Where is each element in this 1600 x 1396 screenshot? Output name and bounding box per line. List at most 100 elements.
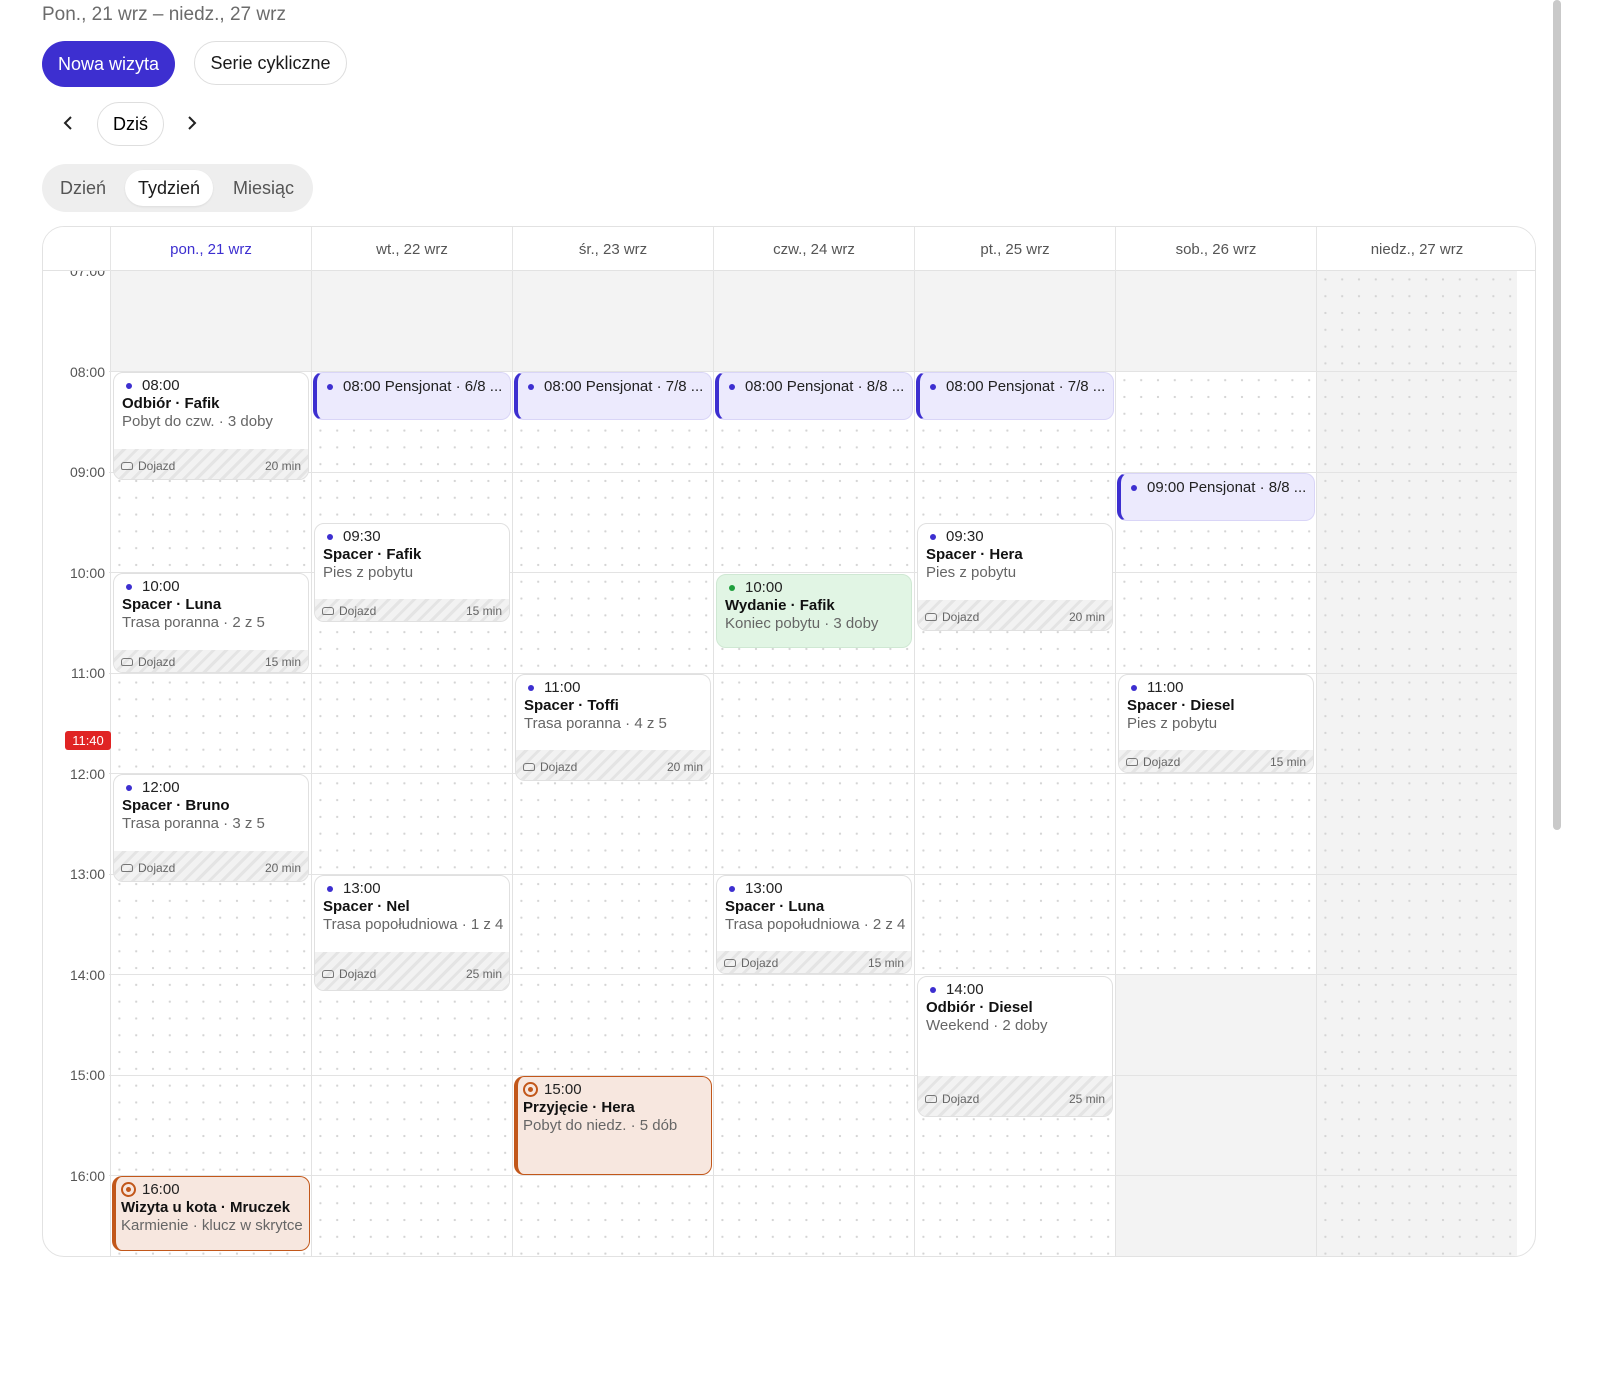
car-icon [322, 607, 334, 615]
day-header-thu[interactable]: czw., 24 wrz [713, 227, 914, 271]
car-icon [925, 613, 937, 621]
day-header-mon[interactable]: pon., 21 wrz [110, 227, 311, 271]
car-icon [121, 864, 133, 872]
next-week-button[interactable] [174, 105, 210, 141]
page-scrollbar[interactable] [1553, 0, 1561, 830]
time-grid: 07:00 08:00 09:00 10:00 11:00 12:00 13:0… [43, 263, 1535, 1256]
travel-strip: Dojazd 15 min [1119, 750, 1313, 772]
status-dot-icon [126, 784, 132, 791]
event-subtitle: Pies z pobytu [1127, 715, 1218, 732]
day-header-sat[interactable]: sob., 26 wrz [1115, 227, 1316, 271]
travel-strip: Dojazd 15 min [114, 650, 308, 672]
day-header-tue[interactable]: wt., 22 wrz [311, 227, 512, 271]
event-card[interactable]: 11:00 Spacer · Diesel Pies z pobytu Doja… [1118, 674, 1314, 773]
view-switcher: Dzień Tydzień Miesiąc [42, 164, 313, 212]
status-dot-icon [327, 533, 333, 540]
event-title: Spacer · Luna [725, 898, 825, 915]
event-card[interactable]: 11:00 Spacer · Toffi Trasa poranna · 4 z… [515, 674, 711, 781]
status-dot-icon [729, 584, 735, 591]
tab-month[interactable]: Miesiąc [220, 170, 307, 206]
event-label: 08:00 Pensjonat · 7/8 ... [946, 378, 1106, 395]
travel-duration: 15 min [465, 604, 502, 618]
status-dot-icon [528, 684, 534, 691]
tab-week[interactable]: Tydzień [125, 170, 213, 206]
pin-icon [121, 1182, 136, 1197]
day-header-fri[interactable]: pt., 25 wrz [914, 227, 1115, 271]
chevron-left-icon [63, 116, 72, 130]
travel-strip: Dojazd 20 min [114, 851, 308, 881]
event-label: 08:00 Pensjonat · 6/8 ... [343, 378, 503, 395]
status-dot-icon [1131, 484, 1137, 491]
event-card[interactable]: 09:30 Spacer · Hera Pies z pobytu Dojazd… [917, 523, 1113, 631]
chevron-right-icon [188, 116, 197, 130]
event-card[interactable]: 12:00 Spacer · Bruno Trasa poranna · 3 z… [113, 774, 309, 882]
event-subtitle: Trasa popołudniowa · 2 z 4 [725, 916, 906, 933]
car-icon [121, 462, 133, 470]
week-calendar: pon., 21 wrz wt., 22 wrz śr., 23 wrz czw… [42, 226, 1536, 1257]
time-label: 12:00 [69, 766, 105, 782]
status-dot-icon [327, 383, 333, 390]
travel-duration: 25 min [465, 967, 502, 981]
travel-duration: 20 min [666, 760, 703, 774]
boarding-event[interactable]: 08:00 Pensjonat · 7/8 ... [916, 372, 1114, 420]
event-card[interactable]: 10:00 Spacer · Luna Trasa poranna · 2 z … [113, 573, 309, 673]
travel-label: Dojazd [1143, 755, 1181, 769]
event-card[interactable]: 10:00 Wydanie · Fafik Koniec pobytu · 3 … [716, 574, 912, 648]
travel-duration: 25 min [1068, 1092, 1105, 1106]
event-card[interactable]: 13:00 Spacer · Luna Trasa popołudniowa ·… [716, 875, 912, 974]
new-visit-button[interactable]: Nowa wizyta [42, 41, 175, 87]
event-subtitle: Karmienie · klucz w skrytce [121, 1217, 303, 1234]
travel-duration: 15 min [264, 655, 301, 669]
event-time: 09:30 [946, 528, 984, 545]
event-subtitle: Trasa poranna · 4 z 5 [524, 715, 667, 732]
travel-label: Dojazd [339, 967, 377, 981]
travel-label: Dojazd [138, 459, 176, 473]
event-time: 09:30 [343, 528, 381, 545]
tab-day[interactable]: Dzień [48, 170, 118, 206]
travel-duration: 15 min [867, 956, 904, 970]
status-dot-icon [1131, 684, 1137, 691]
recurring-series-button[interactable]: Serie cykliczne [194, 41, 347, 85]
event-card[interactable]: 09:30 Spacer · Fafik Pies z pobytu Dojaz… [314, 523, 510, 622]
event-card[interactable]: 14:00 Odbiór · Diesel Weekend · 2 doby D… [917, 976, 1113, 1117]
boarding-event[interactable]: 08:00 Pensjonat · 8/8 ... [715, 372, 913, 420]
event-label: 09:00 Pensjonat · 8/8 ... [1147, 479, 1307, 496]
travel-duration: 20 min [264, 459, 301, 473]
time-label: 16:00 [69, 1168, 105, 1184]
event-label: 08:00 Pensjonat · 8/8 ... [745, 378, 905, 395]
travel-label: Dojazd [138, 861, 176, 875]
boarding-event[interactable]: 08:00 Pensjonat · 6/8 ... [313, 372, 511, 420]
event-subtitle: Pies z pobytu [323, 564, 414, 581]
boarding-event[interactable]: 09:00 Pensjonat · 8/8 ... [1117, 473, 1315, 521]
event-title: Odbiór · Fafik [122, 395, 220, 412]
event-title: Wizyta u kota · Mruczek [121, 1199, 291, 1216]
car-icon [925, 1095, 937, 1103]
previous-week-button[interactable] [50, 105, 86, 141]
travel-duration: 20 min [264, 861, 301, 875]
car-icon [322, 970, 334, 978]
time-label: 10:00 [69, 565, 105, 581]
status-dot-icon [930, 383, 936, 390]
event-title: Spacer · Toffi [524, 697, 619, 714]
event-subtitle: Trasa popołudniowa · 1 z 4 [323, 916, 504, 933]
event-card[interactable]: 16:00 Wizyta u kota · Mruczek Karmienie … [112, 1176, 310, 1251]
car-icon [1126, 758, 1138, 766]
event-card[interactable]: 15:00 Przyjęcie · Hera Pobyt do niedz. ·… [514, 1076, 712, 1175]
status-dot-icon [930, 986, 936, 993]
event-subtitle: Pies z pobytu [926, 564, 1017, 581]
day-header-sun[interactable]: niedz., 27 wrz [1316, 227, 1517, 271]
event-subtitle: Pobyt do niedz. · 5 dób [523, 1117, 678, 1134]
travel-duration: 15 min [1269, 755, 1306, 769]
event-title: Przyjęcie · Hera [523, 1099, 635, 1116]
day-column-sun[interactable] [1316, 271, 1517, 1256]
event-time: 14:00 [946, 981, 984, 998]
event-label: 08:00 Pensjonat · 7/8 ... [544, 378, 704, 395]
event-time: 10:00 [745, 579, 783, 596]
travel-duration: 20 min [1068, 610, 1105, 624]
boarding-event[interactable]: 08:00 Pensjonat · 7/8 ... [514, 372, 712, 420]
event-card[interactable]: 13:00 Spacer · Nel Trasa popołudniowa · … [314, 875, 510, 991]
today-button[interactable]: Dziś [97, 102, 164, 146]
event-card[interactable]: 08:00 Odbiór · Fafik Pobyt do czw. · 3 d… [113, 372, 309, 480]
day-header-wed[interactable]: śr., 23 wrz [512, 227, 713, 271]
pin-icon [523, 1082, 538, 1097]
